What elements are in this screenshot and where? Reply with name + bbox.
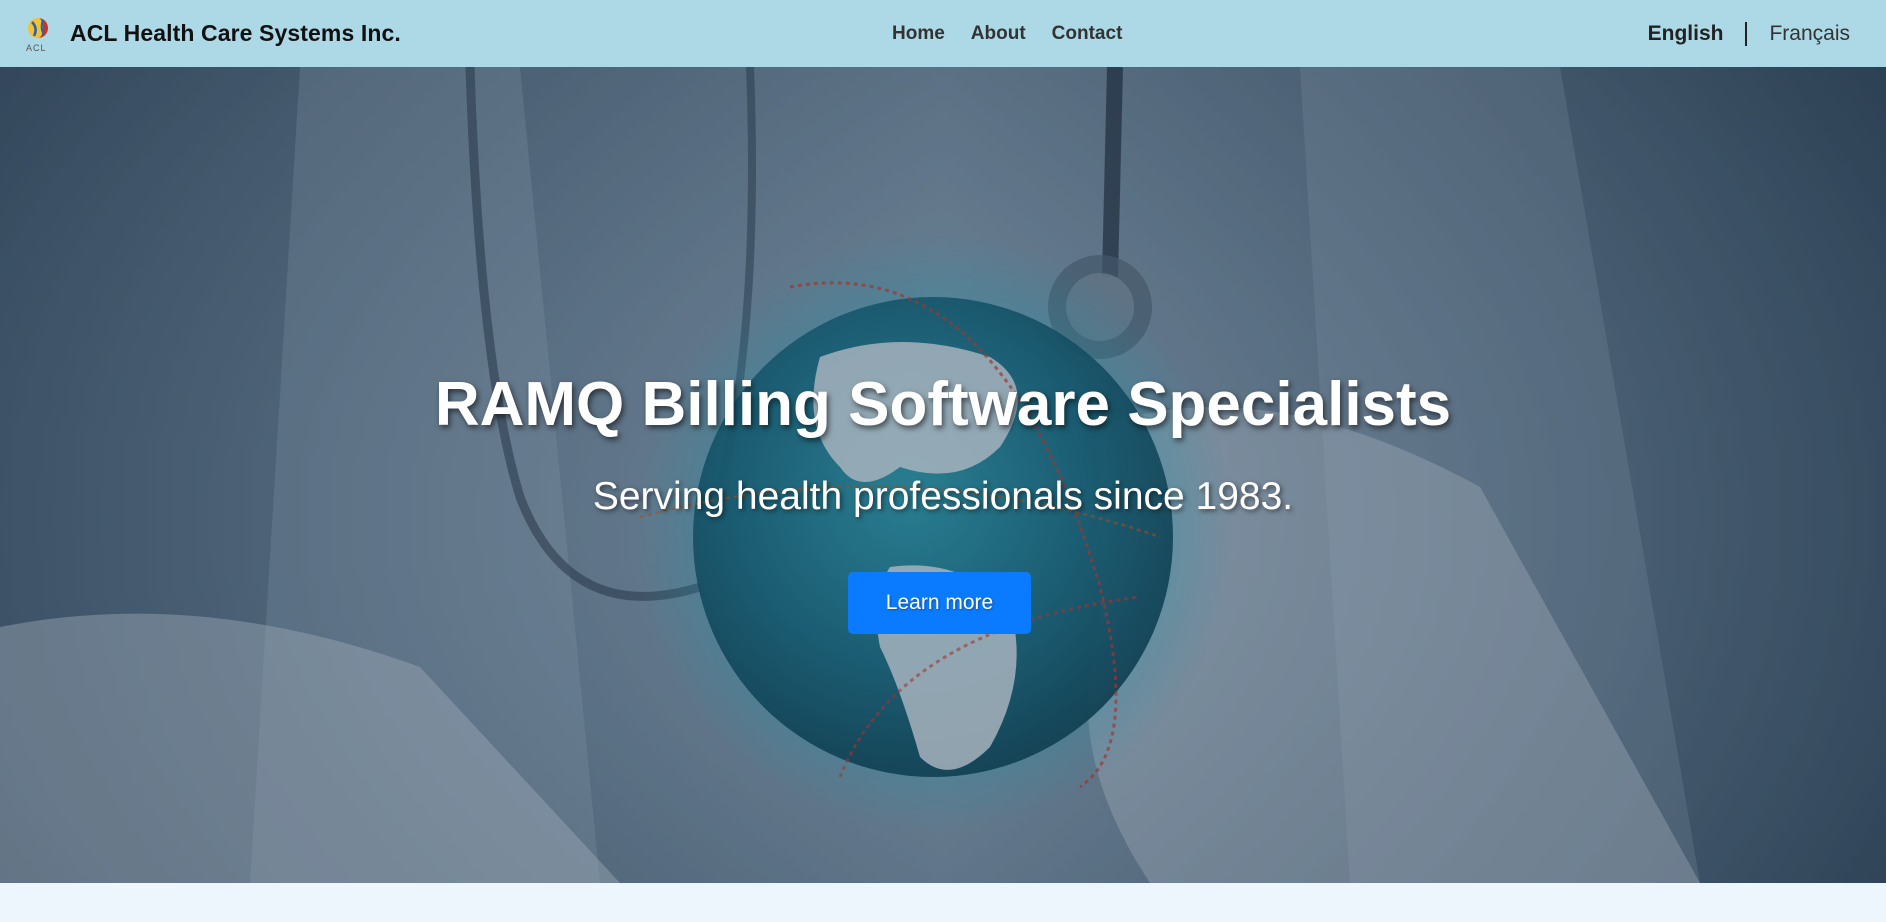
nav-about[interactable]: About	[971, 23, 1026, 45]
learn-more-button[interactable]: Learn more	[848, 572, 1031, 634]
navbar: ACL ACL Health Care Systems Inc. Home Ab…	[0, 0, 1886, 67]
nav-home[interactable]: Home	[892, 23, 945, 45]
lang-francais[interactable]: Français	[1769, 22, 1850, 46]
hero-section: RAMQ Billing Software Specialists Servin…	[0, 67, 1886, 883]
lang-english[interactable]: English	[1648, 22, 1724, 46]
hero-title: RAMQ Billing Software Specialists	[434, 370, 1452, 439]
page-below-hero	[0, 883, 1886, 922]
language-switcher: English Français	[1648, 0, 1850, 67]
main-nav: Home About Contact	[892, 0, 1148, 67]
nav-contact[interactable]: Contact	[1052, 23, 1123, 45]
logo-text: ACL	[26, 42, 47, 53]
acl-globe-logo-icon: ACL	[24, 14, 52, 54]
lang-divider	[1745, 21, 1748, 46]
brand[interactable]: ACL ACL Health Care Systems Inc.	[24, 0, 401, 67]
hero-subtitle: Serving health professionals since 1983.	[592, 475, 1294, 518]
brand-name[interactable]: ACL Health Care Systems Inc.	[70, 20, 401, 47]
hero-content: RAMQ Billing Software Specialists Servin…	[0, 67, 1886, 883]
